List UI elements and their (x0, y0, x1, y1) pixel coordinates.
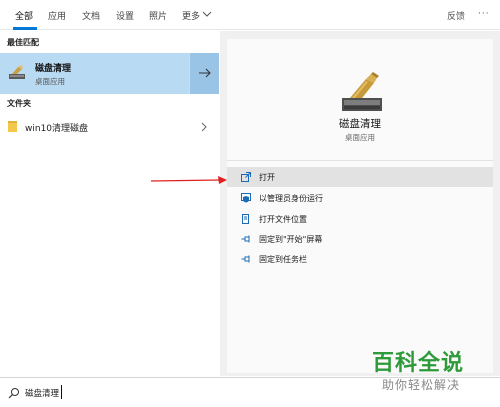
action-open-label: 打开 (259, 173, 275, 182)
best-match-main[interactable]: 磁盘清理 桌面应用 (0, 53, 189, 94)
watermark-title: 百科全说 (372, 351, 465, 376)
tab-photos[interactable]: 照片 (149, 9, 167, 22)
more-options-icon[interactable]: ··· (478, 9, 490, 19)
best-match-subtitle: 桌面应用 (35, 77, 65, 86)
details-card: 磁盘清理 桌面应用 打开 以管理员身份运行 打开文件位置 固定到"开始"屏幕 固… (227, 39, 493, 373)
details-title: 磁盘清理 (339, 118, 381, 130)
tab-all[interactable]: 全部 (15, 9, 33, 22)
results-panel: 最佳匹配 磁盘清理 桌面应用 文件夹 win10清理磁盘 (0, 31, 220, 376)
tab-apps[interactable]: 应用 (48, 9, 66, 22)
search-scope-tabs: 全部 应用 文档 设置 照片 更多 反馈 ··· (0, 0, 500, 30)
action-pin-to-start[interactable]: 固定到"开始"屏幕 (227, 229, 493, 249)
annotation-arrow (150, 176, 227, 184)
action-pin-to-taskbar-label: 固定到任务栏 (259, 255, 307, 264)
search-input[interactable]: 磁盘清理 (25, 387, 59, 399)
action-open-file-location[interactable]: 打开文件位置 (227, 209, 493, 229)
best-match-item[interactable]: 磁盘清理 桌面应用 (0, 53, 219, 94)
open-icon (241, 172, 251, 182)
details-subtitle: 桌面应用 (345, 133, 375, 142)
text-caret (61, 385, 62, 399)
pin-icon (241, 255, 250, 263)
disk-cleanup-icon (9, 65, 25, 79)
watermark-logo: 百科全说 助你轻松解决 (372, 345, 492, 403)
action-pin-to-start-label: 固定到"开始"屏幕 (259, 235, 323, 244)
watermark-subtitle: 助你轻松解决 (382, 378, 461, 392)
tab-settings[interactable]: 设置 (116, 9, 134, 22)
folder-result-label: win10清理磁盘 (25, 124, 89, 134)
action-open-file-location-label: 打开文件位置 (259, 215, 307, 224)
best-match-heading: 最佳匹配 (7, 38, 39, 47)
folders-heading: 文件夹 (7, 99, 31, 108)
tab-more[interactable]: 更多 (182, 9, 200, 22)
disk-cleanup-large-icon (342, 72, 382, 111)
arrow-right-icon (199, 68, 211, 78)
best-match-name: 磁盘清理 (35, 64, 72, 74)
chevron-right-icon[interactable] (200, 122, 208, 132)
feedback-link[interactable]: 反馈 (447, 9, 465, 22)
folder-icon (8, 121, 17, 132)
expand-details-button[interactable] (189, 53, 219, 94)
folder-result-item[interactable]: win10清理磁盘 (0, 116, 219, 138)
file-location-icon (242, 214, 249, 224)
action-pin-to-taskbar[interactable]: 固定到任务栏 (227, 249, 493, 269)
action-run-as-admin[interactable]: 以管理员身份运行 (227, 188, 493, 208)
admin-shield-icon (241, 193, 251, 203)
details-divider (227, 160, 493, 161)
action-run-as-admin-label: 以管理员身份运行 (259, 194, 323, 203)
active-tab-indicator (13, 27, 37, 30)
chevron-down-icon[interactable] (202, 10, 212, 18)
tab-documents[interactable]: 文档 (82, 9, 100, 22)
search-icon (8, 388, 19, 399)
action-open[interactable]: 打开 (227, 167, 493, 187)
pin-icon (241, 235, 250, 243)
